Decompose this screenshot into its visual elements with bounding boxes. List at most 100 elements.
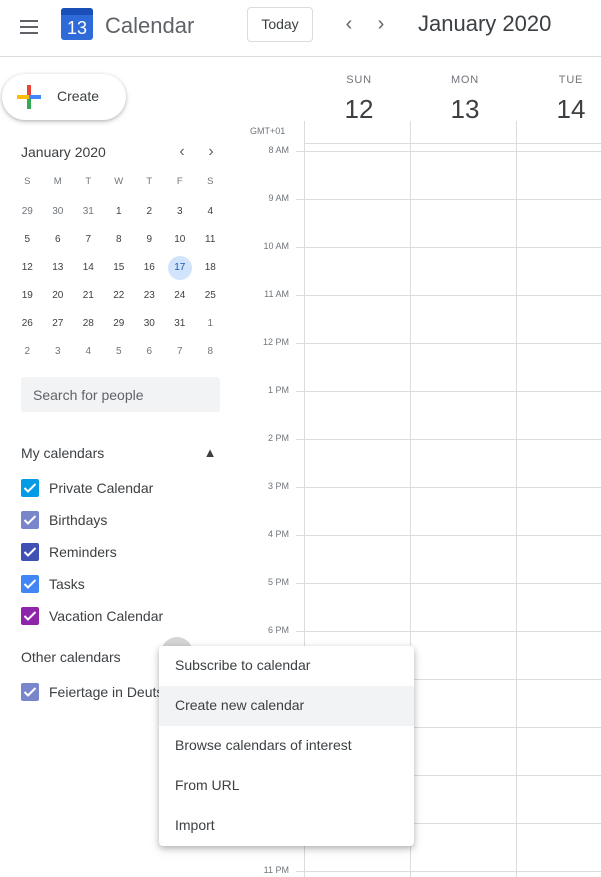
menu-item[interactable]: Browse calendars of interest bbox=[159, 726, 414, 766]
checkmark-icon bbox=[23, 483, 37, 493]
mini-day[interactable]: 20 bbox=[43, 284, 74, 312]
mini-day[interactable]: 4 bbox=[195, 200, 226, 228]
checkbox[interactable] bbox=[21, 683, 39, 701]
mini-day[interactable]: 30 bbox=[134, 312, 165, 340]
mini-day[interactable]: 21 bbox=[73, 284, 104, 312]
today-button[interactable]: Today bbox=[247, 7, 313, 42]
mini-day[interactable]: 6 bbox=[134, 340, 165, 368]
day-header[interactable]: MON 13 bbox=[412, 74, 518, 125]
mini-day[interactable]: 31 bbox=[165, 312, 196, 340]
timezone-label: GMT+01 bbox=[250, 126, 286, 136]
mini-day[interactable]: 2 bbox=[134, 200, 165, 228]
mini-day[interactable]: 27 bbox=[43, 312, 74, 340]
mini-day[interactable]: 16 bbox=[134, 256, 165, 284]
hour-gridline bbox=[296, 631, 601, 632]
calendar-item[interactable]: Vacation Calendar bbox=[21, 605, 221, 629]
calendar-item[interactable]: Birthdays bbox=[21, 509, 221, 533]
calendar-item[interactable]: Reminders bbox=[21, 541, 221, 565]
mini-day[interactable]: 25 bbox=[195, 284, 226, 312]
hour-label: 2 PM bbox=[267, 433, 289, 443]
mini-day[interactable]: 29 bbox=[12, 200, 43, 228]
mini-day[interactable]: 13 bbox=[43, 256, 74, 284]
mini-day[interactable]: 29 bbox=[104, 312, 135, 340]
mini-day[interactable]: 19 bbox=[12, 284, 43, 312]
calendar-label: Reminders bbox=[49, 544, 117, 560]
calendar-item[interactable]: Tasks bbox=[21, 573, 221, 597]
mini-day[interactable]: 31 bbox=[73, 200, 104, 228]
mini-day[interactable]: 24 bbox=[165, 284, 196, 312]
checkbox[interactable] bbox=[21, 607, 39, 625]
mini-day[interactable]: 7 bbox=[165, 340, 196, 368]
calendar-item[interactable]: Private Calendar bbox=[21, 477, 221, 501]
hour-label: 8 AM bbox=[268, 145, 289, 155]
checkbox[interactable] bbox=[21, 479, 39, 497]
mini-day[interactable]: 14 bbox=[73, 256, 104, 284]
mini-day[interactable]: 5 bbox=[104, 340, 135, 368]
mini-day[interactable]: 9 bbox=[134, 228, 165, 256]
mini-day[interactable]: 18 bbox=[195, 256, 226, 284]
checkbox[interactable] bbox=[21, 511, 39, 529]
mini-day[interactable]: 8 bbox=[195, 340, 226, 368]
hamburger-icon bbox=[20, 20, 38, 22]
hour-label: 1 PM bbox=[267, 385, 289, 395]
mini-day[interactable]: 12 bbox=[12, 256, 43, 284]
mini-day[interactable]: 2 bbox=[12, 340, 43, 368]
hour-label: 11 PM bbox=[263, 865, 289, 875]
mini-day-selected[interactable]: 17 bbox=[165, 256, 196, 284]
chevron-left-icon[interactable]: ‹ bbox=[337, 12, 361, 36]
search-people-input[interactable] bbox=[21, 377, 220, 412]
mini-day[interactable]: 15 bbox=[104, 256, 135, 284]
mini-day[interactable]: 30 bbox=[43, 200, 74, 228]
calendar-label: Tasks bbox=[49, 576, 85, 592]
mini-next-month-icon[interactable]: › bbox=[201, 143, 221, 163]
my-calendars-title[interactable]: My calendars bbox=[21, 445, 104, 461]
mini-day[interactable]: 8 bbox=[104, 228, 135, 256]
mini-day[interactable]: 3 bbox=[165, 200, 196, 228]
weekday-label: S bbox=[207, 176, 214, 187]
mini-day[interactable]: 5 bbox=[12, 228, 43, 256]
day-name: SUN bbox=[346, 74, 372, 86]
mini-day[interactable]: 7 bbox=[73, 228, 104, 256]
add-calendar-menu: Subscribe to calendar Create new calendar… bbox=[159, 646, 414, 846]
create-label: Create bbox=[57, 88, 100, 104]
mini-week-row: 19 20 21 22 23 24 25 bbox=[12, 284, 226, 312]
mini-week-row: 12 13 14 15 16 17 18 bbox=[12, 256, 226, 284]
app-title[interactable]: Calendar bbox=[105, 13, 194, 39]
day-name: MON bbox=[450, 74, 480, 86]
day-header[interactable]: SUN 12 bbox=[306, 74, 412, 125]
calendar-logo-icon[interactable]: 13 bbox=[61, 8, 93, 40]
menu-item[interactable]: Subscribe to calendar bbox=[159, 646, 414, 686]
mini-day[interactable]: 3 bbox=[43, 340, 74, 368]
checkmark-icon bbox=[23, 515, 37, 525]
mini-day[interactable]: 26 bbox=[12, 312, 43, 340]
mini-prev-month-icon[interactable]: ‹ bbox=[172, 143, 192, 163]
hour-gridline bbox=[296, 247, 601, 248]
mini-day[interactable]: 1 bbox=[195, 312, 226, 340]
mini-day[interactable]: 28 bbox=[73, 312, 104, 340]
other-calendars-title[interactable]: Other calendars bbox=[21, 649, 121, 665]
menu-item[interactable]: Create new calendar bbox=[159, 686, 414, 726]
create-button[interactable]: Create bbox=[2, 74, 126, 120]
weekday-label: T bbox=[146, 176, 153, 187]
weekday-label: M bbox=[53, 176, 62, 187]
chevron-up-icon[interactable]: ▲ bbox=[202, 445, 218, 461]
calendar-label: Private Calendar bbox=[49, 480, 154, 496]
mini-day[interactable]: 22 bbox=[104, 284, 135, 312]
mini-day[interactable]: 1 bbox=[104, 200, 135, 228]
chevron-right-icon[interactable]: › bbox=[369, 12, 393, 36]
hour-gridline bbox=[296, 583, 601, 584]
mini-day[interactable]: 23 bbox=[134, 284, 165, 312]
plus-icon bbox=[17, 85, 41, 109]
hour-gridline bbox=[296, 295, 601, 296]
checkbox[interactable] bbox=[21, 575, 39, 593]
mini-day[interactable]: 10 bbox=[165, 228, 196, 256]
menu-item[interactable]: From URL bbox=[159, 766, 414, 806]
menu-item[interactable]: Import bbox=[159, 806, 414, 846]
main-menu-button[interactable] bbox=[14, 12, 44, 42]
hour-label: 11 AM bbox=[264, 289, 289, 299]
day-header[interactable]: TUE 14 bbox=[518, 74, 601, 125]
mini-day[interactable]: 6 bbox=[43, 228, 74, 256]
mini-day[interactable]: 4 bbox=[73, 340, 104, 368]
checkbox[interactable] bbox=[21, 543, 39, 561]
mini-day[interactable]: 11 bbox=[195, 228, 226, 256]
